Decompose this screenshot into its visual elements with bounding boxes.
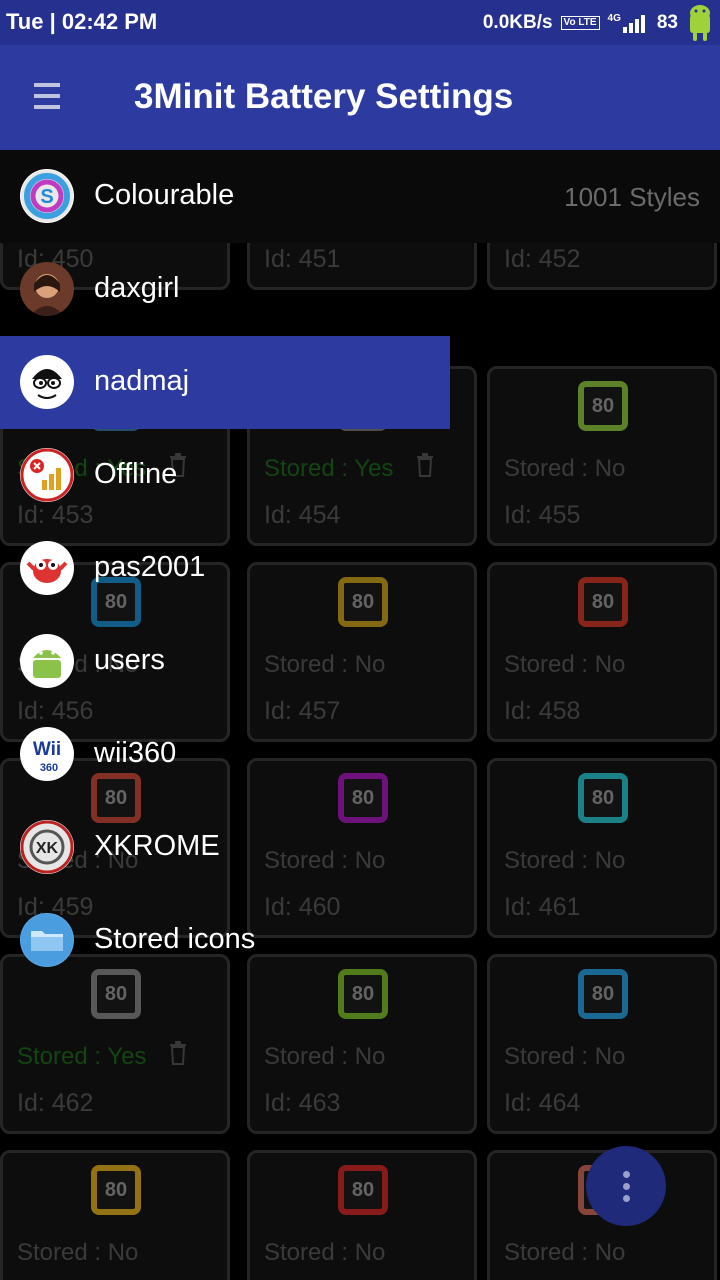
drawer-item-offline[interactable]: Offline	[0, 429, 720, 522]
styles-count: 1001 Styles	[564, 182, 700, 212]
android-icon	[20, 634, 74, 688]
drawer-item-label: wii360	[94, 737, 177, 769]
drawer-item-label: XKROME	[94, 830, 220, 862]
network-speed: 0.0KB/s	[482, 11, 553, 33]
status-icons: 0.0KB/s Vo LTE 4G 83	[483, 0, 714, 45]
status-bar: Tue | 02:42 PM 0.0KB/s Vo LTE 4G 83	[0, 0, 720, 45]
drawer-item-users[interactable]: users	[0, 615, 720, 708]
folder-icon	[20, 913, 74, 967]
drawer-item-label: Stored icons	[94, 923, 256, 955]
wii360-logo-icon: Wii 360	[20, 727, 74, 781]
drawer-item-pas2001[interactable]: pas2001	[0, 522, 720, 615]
svg-text:S: S	[40, 186, 53, 208]
drawer-item-label: users	[94, 644, 165, 676]
more-options-button[interactable]	[586, 1146, 666, 1226]
drawer-item-label: Colourable	[94, 179, 235, 211]
network-type: 4G	[607, 12, 621, 24]
android-battery-icon	[690, 4, 710, 41]
status-time: Tue | 02:42 PM	[6, 9, 158, 34]
volte-icon: Vo LTE	[560, 15, 600, 30]
colourable-logo-icon: S	[20, 169, 74, 223]
drawer-item-label: Offline	[94, 458, 178, 490]
drawer-item-stored-icons[interactable]: Stored icons	[0, 894, 720, 987]
page-title: 3Minit Battery Settings	[134, 77, 514, 116]
nav-drawer: S Colourable 1001 Styles daxgirl nadmaj …	[0, 150, 720, 987]
drawer-item-label: daxgirl	[94, 272, 180, 304]
drawer-item-xkrome[interactable]: XK XKROME	[0, 801, 720, 894]
offline-signal-icon	[20, 448, 74, 502]
battery-level: 83	[656, 11, 678, 33]
drawer-item-label: pas2001	[94, 551, 206, 583]
svg-text:XK: XK	[36, 840, 59, 857]
more-vert-icon	[622, 1170, 630, 1178]
pas2001-avatar-icon	[20, 541, 74, 595]
drawer-item-daxgirl[interactable]: daxgirl	[0, 243, 720, 336]
hamburger-menu-icon[interactable]	[34, 83, 60, 113]
drawer-item-wii360[interactable]: Wii 360 wii360	[0, 708, 720, 801]
svg-text:Wii: Wii	[33, 739, 61, 760]
signal-bars-icon	[622, 14, 645, 33]
svg-text:360: 360	[40, 762, 58, 774]
app-bar: 3Minit Battery Settings	[0, 45, 720, 150]
drawer-item-colourable[interactable]: S Colourable 1001 Styles	[0, 150, 720, 243]
drawer-item-nadmaj[interactable]: nadmaj	[0, 336, 450, 429]
xkrome-logo-icon: XK	[20, 820, 74, 874]
drawer-item-label: nadmaj	[94, 365, 190, 397]
daxgirl-avatar-icon	[20, 262, 74, 316]
nadmaj-avatar-icon	[20, 355, 74, 409]
signal-icon: 4G	[608, 13, 649, 33]
